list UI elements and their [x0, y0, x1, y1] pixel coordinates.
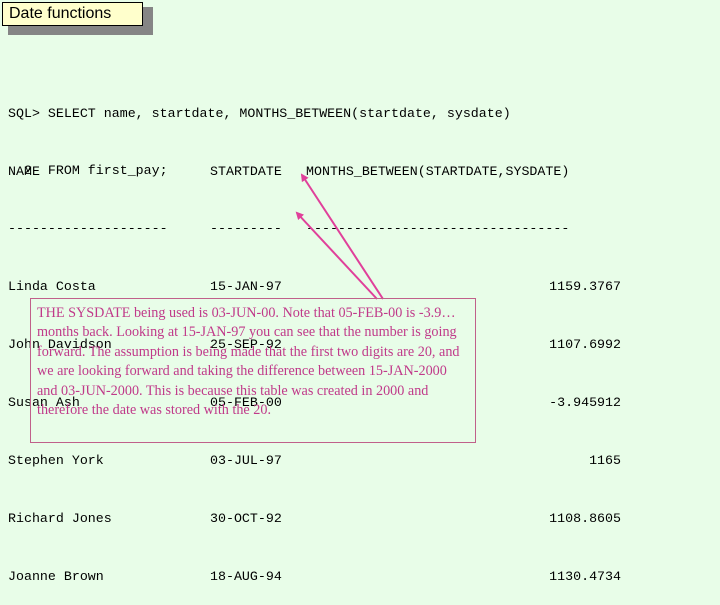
cell-startdate: 18-AUG-94 — [210, 568, 282, 584]
annotation-arrows — [295, 173, 384, 300]
annotation-note: THE SYSDATE being used is 03-JUN-00. Not… — [30, 298, 476, 443]
table-row: Joanne Brown 18-AUG-94 1130.4734 — [8, 567, 621, 586]
cell-name: Joanne Brown — [8, 568, 104, 584]
cell-months-between: 1130.4734 — [549, 568, 621, 584]
arrow-to-05-feb-00 — [295, 211, 378, 300]
arrow-to-15-jan-97 — [300, 173, 384, 300]
